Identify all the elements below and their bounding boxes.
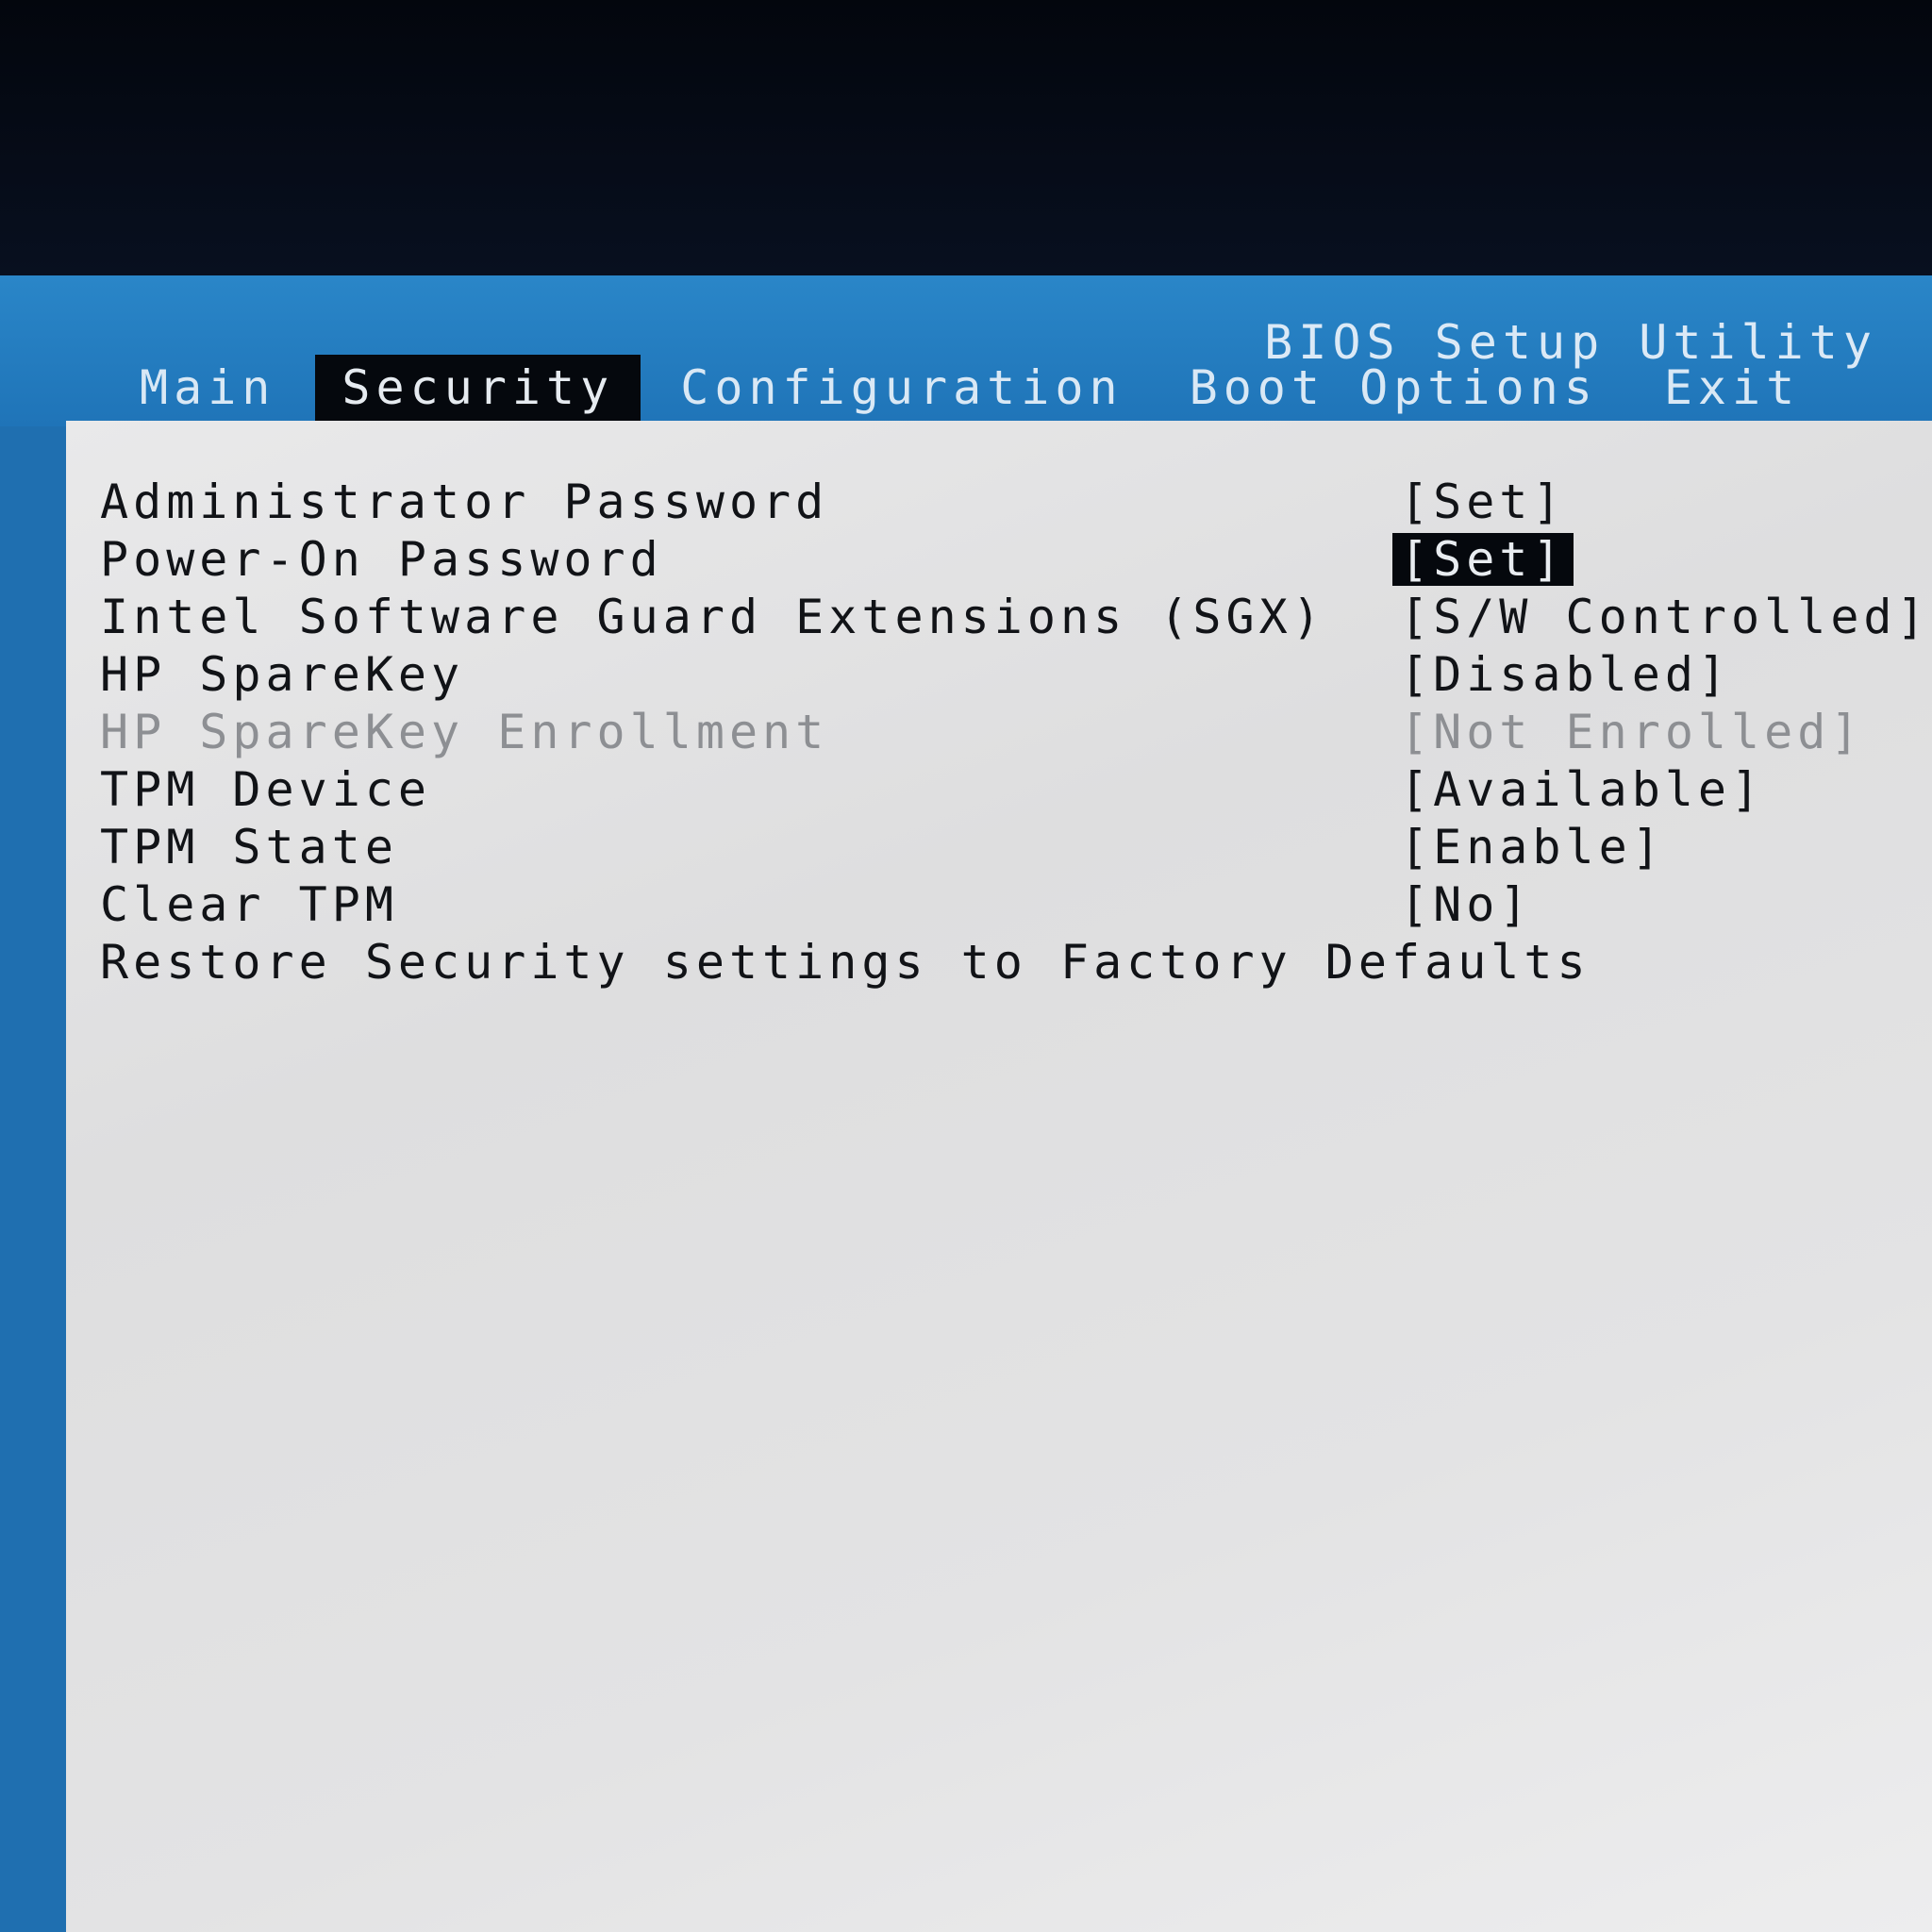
setting-label[interactable]: Restore Security settings to Factory Def… [100, 934, 1591, 991]
tab-configuration[interactable]: Configuration [654, 355, 1149, 423]
setting-hp-sparekey-enrollment: HP SpareKey Enrollment [Not Enrolled] [100, 704, 1892, 761]
setting-label: Intel Software Guard Extensions (SGX) [100, 590, 1325, 644]
setting-value[interactable]: [Enable] [1392, 821, 1673, 874]
setting-label: Clear TPM [100, 877, 398, 932]
setting-power-on-password[interactable]: Power-On Password [Set] [100, 531, 1892, 589]
setting-tpm-state[interactable]: TPM State [Enable] [100, 819, 1892, 876]
bios-screen: BIOS Setup Utility Main Security Configu… [0, 275, 1932, 1932]
setting-label: TPM State [100, 820, 398, 874]
header-bar: BIOS Setup Utility Main Security Configu… [0, 275, 1932, 426]
setting-value[interactable]: [S/W Controlled] [1392, 591, 1932, 643]
setting-intel-sgx[interactable]: Intel Software Guard Extensions (SGX) [S… [100, 589, 1925, 646]
tab-bar: Main Security Configuration Boot Options… [113, 355, 1840, 423]
tab-exit[interactable]: Exit [1638, 355, 1826, 423]
settings-panel: Administrator Password [Set] Power-On Pa… [66, 421, 1932, 1932]
monitor-bezel [0, 0, 1932, 283]
setting-value[interactable]: [No] [1392, 878, 1540, 931]
setting-hp-sparekey[interactable]: HP SpareKey [Disabled] [100, 646, 1892, 704]
tab-security[interactable]: Security [315, 355, 641, 423]
setting-administrator-password[interactable]: Administrator Password [Set] [100, 474, 1892, 531]
tab-boot-options[interactable]: Boot Options [1163, 355, 1624, 423]
setting-label: TPM Device [100, 762, 432, 817]
setting-clear-tpm[interactable]: Clear TPM [No] [100, 876, 1892, 934]
setting-label: HP SpareKey Enrollment [100, 705, 829, 759]
setting-value: [Not Enrolled] [1400, 705, 1864, 759]
setting-value-selected[interactable]: [Set] [1392, 533, 1574, 586]
setting-label: Administrator Password [100, 475, 829, 529]
settings-list: Administrator Password [Set] Power-On Pa… [100, 474, 1925, 991]
setting-label: Power-On Password [100, 532, 663, 587]
setting-label: HP SpareKey [100, 647, 465, 702]
tab-main[interactable]: Main [113, 355, 302, 423]
setting-value[interactable]: [Set] [1392, 475, 1574, 528]
setting-value[interactable]: [Available] [1392, 763, 1772, 816]
setting-value[interactable]: [Disabled] [1392, 648, 1739, 701]
setting-tpm-device[interactable]: TPM Device [Available] [100, 761, 1892, 819]
setting-restore-factory-defaults[interactable]: Restore Security settings to Factory Def… [100, 934, 1892, 991]
